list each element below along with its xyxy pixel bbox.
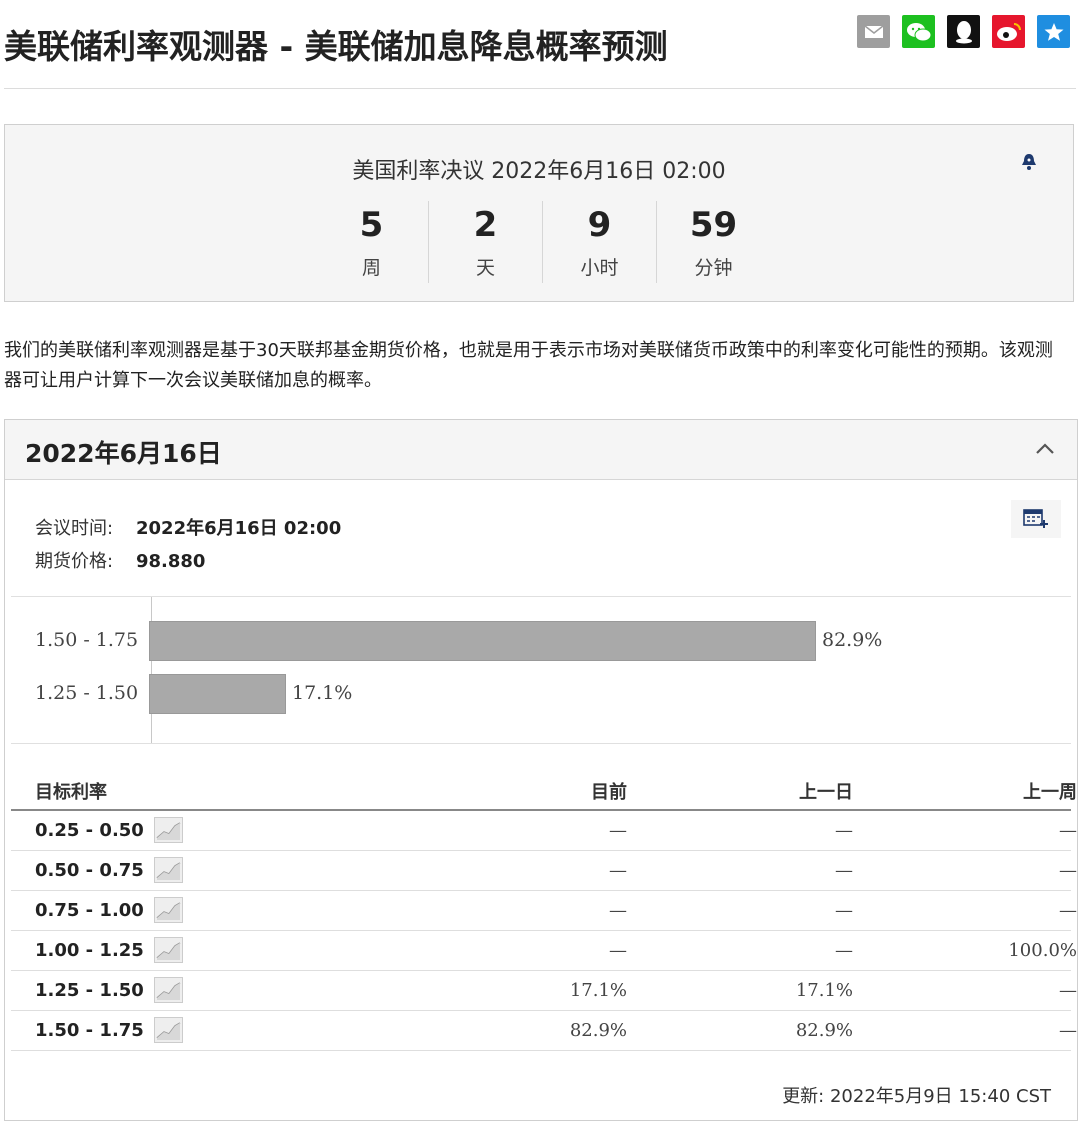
- cell-prev-week: —: [1059, 980, 1077, 1001]
- countdown-weeks: 5 周: [315, 201, 429, 283]
- bar: [149, 621, 816, 661]
- cell-prev-week: —: [1059, 820, 1077, 841]
- bar: [149, 674, 286, 714]
- countdown-number: 5: [359, 205, 384, 245]
- bell-icon[interactable]: [1021, 153, 1037, 175]
- cell-prev-day: 17.1%: [795, 980, 853, 1001]
- row-rate: 0.25 - 0.50: [35, 820, 144, 841]
- cell-prev-week: —: [1059, 900, 1077, 921]
- futures-price-label: 期货价格:: [35, 551, 114, 572]
- bar-value-label: 17.1%: [292, 682, 353, 704]
- cell-prev-week: —: [1059, 860, 1077, 881]
- bar-label: 1.50 - 1.75: [35, 629, 139, 651]
- countdown-box: 美国利率决议 2022年6月16日 02:00 5 周 2 天 9 小时 59 …: [4, 124, 1074, 302]
- table-body: 0.25 - 0.50 — — — 0.50 - 0.75 — — — 0.75 - 1.00 —…: [11, 811, 1077, 1051]
- countdown-title: 美国利率决议 2022年6月16日 02:00: [352, 159, 726, 184]
- cell-current: 17.1%: [569, 980, 627, 1001]
- weibo-icon[interactable]: [992, 15, 1025, 48]
- bar-label: 1.25 - 1.50: [35, 682, 139, 704]
- table-header: 目标利率 目前 上一日 上一周: [11, 776, 1077, 811]
- cell-prev-day: —: [835, 820, 853, 841]
- row-rate: 1.50 - 1.75: [35, 1020, 144, 1041]
- countdown-days: 2 天: [429, 201, 543, 283]
- cell-current: —: [609, 860, 627, 881]
- table-row: 1.25 - 1.50 17.1% 17.1% —: [11, 971, 1077, 1011]
- sparkline-icon[interactable]: [154, 977, 183, 1003]
- bar-value-label: 82.9%: [822, 629, 883, 651]
- cell-prev-week: 100.0%: [1008, 940, 1077, 961]
- row-rate: 1.00 - 1.25: [35, 940, 144, 961]
- mail-icon[interactable]: [857, 15, 890, 48]
- table-row: 1.00 - 1.25 — — 100.0%: [11, 931, 1077, 971]
- add-to-calendar-button[interactable]: [1011, 500, 1061, 538]
- cell-prev-day: —: [835, 940, 853, 961]
- header-prev-week: 上一周: [1023, 782, 1077, 803]
- sparkline-icon[interactable]: [154, 937, 183, 963]
- meeting-meta: 会议时间: 2022年6月16日 02:00 期货价格: 98.880: [35, 512, 341, 578]
- row-rate: 1.25 - 1.50: [35, 980, 144, 1001]
- sparkline-icon[interactable]: [154, 897, 183, 923]
- qq-icon[interactable]: [947, 15, 980, 48]
- chart-axis: [151, 597, 152, 743]
- panel-header[interactable]: 2022年6月16日: [5, 420, 1077, 480]
- share-bar: [857, 15, 1070, 48]
- cell-current: —: [609, 820, 627, 841]
- sparkline-icon[interactable]: [154, 1017, 183, 1043]
- cell-current: —: [609, 900, 627, 921]
- cell-prev-week: —: [1059, 1020, 1077, 1041]
- wechat-icon[interactable]: [902, 15, 935, 48]
- meeting-panel: 2022年6月16日 会议时间: 2022年6月16日 02:00 期货价格: 98…: [4, 419, 1078, 1121]
- cell-prev-day: —: [835, 900, 853, 921]
- cell-current: —: [609, 940, 627, 961]
- probability-chart: 1.50 - 1.75 82.9% 1.25 - 1.50 17.1%: [11, 596, 1071, 744]
- row-rate: 0.50 - 0.75: [35, 860, 144, 881]
- header-prev-day: 上一日: [799, 782, 853, 803]
- divider: [4, 88, 1076, 89]
- countdown-number: 59: [689, 205, 738, 245]
- sparkline-icon[interactable]: [154, 817, 183, 843]
- chevron-up-icon[interactable]: [1035, 440, 1055, 459]
- countdown-unit: 天: [475, 257, 495, 279]
- cell-prev-day: —: [835, 860, 853, 881]
- countdown-unit: 周: [361, 257, 381, 279]
- table-row: 1.50 - 1.75 82.9% 82.9% —: [11, 1011, 1077, 1051]
- description-text: 我们的美联储利率观测器是基于30天联邦基金期货价格，也就是用于表示市场对美联储货…: [4, 340, 1053, 391]
- page-title: 美联储利率观测器 - 美联储加息降息概率预测: [4, 27, 668, 66]
- cell-prev-day: 82.9%: [795, 1020, 853, 1041]
- probability-table: 目标利率 目前 上一日 上一周 0.25 - 0.50— — —0.50 - 0.7…: [11, 776, 1077, 1051]
- header-target-rate: 目标利率: [35, 782, 107, 803]
- meeting-time-label: 会议时间:: [35, 518, 114, 539]
- favorite-icon[interactable]: [1037, 15, 1070, 48]
- countdown-unit: 分钟: [694, 257, 733, 279]
- table-row: 0.50 - 0.75 — — —: [11, 851, 1077, 891]
- panel-date: 2022年6月16日: [25, 439, 222, 468]
- row-rate: 0.75 - 1.00: [35, 900, 144, 921]
- countdown-row: 5 周 2 天 9 小时 59 分钟: [315, 201, 770, 283]
- countdown-minutes: 59 分钟: [657, 201, 770, 283]
- futures-price-value: 98.880: [136, 551, 206, 572]
- header-current: 目前: [591, 782, 627, 803]
- calendar-add-icon: [1023, 509, 1048, 528]
- cell-current: 82.9%: [569, 1020, 627, 1041]
- countdown-number: 2: [473, 205, 498, 245]
- countdown-hours: 9 小时: [543, 201, 657, 283]
- table-row: 0.75 - 1.00 — — —: [11, 891, 1077, 931]
- sparkline-icon[interactable]: [154, 857, 183, 883]
- countdown-unit: 小时: [580, 257, 619, 279]
- updated-timestamp: 更新: 2022年5月9日 15:40 CST: [782, 1086, 1051, 1107]
- countdown-number: 9: [587, 205, 612, 245]
- table-row: 0.25 - 0.50 — — —: [11, 811, 1077, 851]
- meeting-time-value: 2022年6月16日 02:00: [136, 518, 342, 539]
